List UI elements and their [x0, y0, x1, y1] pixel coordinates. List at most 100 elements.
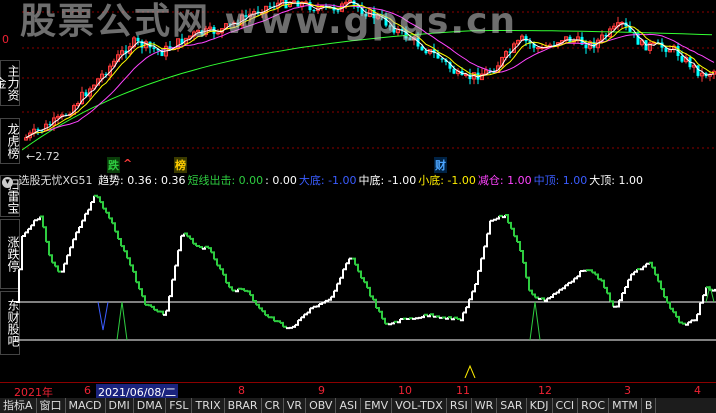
indicator-item: 趋势: 0.36 [98, 174, 152, 187]
date-label-mar: 3 [624, 384, 631, 397]
trend-step [634, 269, 638, 273]
event-mark-list[interactable]: 榜 [174, 157, 187, 173]
trend-step [583, 269, 587, 272]
trend-step [592, 271, 596, 275]
left-side-panel: 0 主力资金 龙虎榜 [0, 0, 20, 171]
trend-step [328, 296, 332, 301]
trend-step [166, 296, 170, 312]
trend-step [409, 317, 413, 320]
trend-step [670, 307, 674, 313]
trend-step [598, 278, 602, 281]
event-mark-finance[interactable]: 财 [434, 157, 447, 173]
candle-body [440, 58, 444, 60]
indicator-item: 中顶: 1.00 [533, 174, 588, 187]
trend-step [508, 221, 512, 229]
trend-step [16, 269, 20, 303]
date-label-apr: 4 [694, 384, 701, 397]
trend-step [151, 305, 155, 310]
trend-step [106, 211, 110, 219]
tab-macd[interactable]: MACD [66, 398, 106, 413]
trend-step [370, 295, 374, 300]
trend-step [520, 250, 524, 263]
trend-step [223, 273, 227, 283]
trend-step [121, 245, 125, 252]
trend-step [604, 286, 608, 294]
trend-step [646, 262, 650, 265]
tab-dmi[interactable]: DMI [106, 398, 134, 413]
trend-step [28, 225, 32, 230]
trend-step [679, 321, 683, 324]
indicator-item: 小底: -1.00 [418, 174, 476, 187]
tab-emv[interactable]: EMV [361, 398, 393, 413]
tab-dma[interactable]: DMA [134, 398, 167, 413]
trend-step [55, 265, 59, 272]
tab-cr[interactable]: CR [262, 398, 284, 413]
trend-step [352, 257, 356, 265]
indicator-header: ▾ 选股无忧XG51 趋势: 0.36: 0.36 短线出击: 0.00: 0.0… [0, 172, 716, 190]
trend-step [103, 207, 107, 213]
event-mark-up[interactable]: ^ [122, 157, 133, 170]
trend-step [658, 280, 662, 290]
tab-wr[interactable]: WR [472, 398, 498, 413]
tab--a[interactable]: 指标A [0, 398, 37, 413]
trend-step [376, 307, 380, 312]
trend-step [562, 285, 566, 290]
date-axis: 2021年 6 2021/06/08/二 8 9 10 11 12 3 4 [0, 382, 716, 400]
trend-step [259, 307, 263, 312]
indicator-toggle-icon[interactable]: ▾ [2, 177, 13, 188]
tab-vol-tdx[interactable]: VOL-TDX [392, 398, 447, 413]
trend-step [625, 279, 629, 288]
trend-step [73, 232, 77, 241]
tab-vr[interactable]: VR [284, 398, 307, 413]
tab-fsl[interactable]: FSL [166, 398, 193, 413]
trend-step [169, 279, 173, 298]
tab-mtm[interactable]: MTM [609, 398, 642, 413]
indicator-item: 大顶: 1.00 [589, 174, 643, 187]
indicator-item: : 0.00 [265, 174, 297, 187]
tab-b[interactable]: B [642, 398, 657, 413]
trend-step [76, 227, 80, 234]
side-button-main-funds[interactable]: 主力资金 [0, 60, 20, 106]
tab-brar[interactable]: BRAR [225, 398, 262, 413]
trend-step [493, 218, 497, 221]
trend-step [31, 220, 35, 227]
trend-step [340, 269, 344, 279]
trend-step [256, 303, 260, 309]
price-scale-top: 0 [2, 33, 9, 46]
trend-step [46, 240, 50, 256]
trend-step [472, 284, 476, 293]
date-label-nov: 11 [456, 384, 470, 397]
trend-step [334, 283, 338, 292]
trend-step [649, 261, 653, 268]
tab-sar[interactable]: SAR [497, 398, 527, 413]
trend-step [568, 281, 572, 284]
tab-obv[interactable]: OBV [306, 398, 337, 413]
tab--[interactable]: 窗口 [37, 398, 66, 413]
tab-cci[interactable]: CCI [553, 398, 579, 413]
tab-rsi[interactable]: RSI [447, 398, 472, 413]
tab-asi[interactable]: ASI [336, 398, 362, 413]
trend-step [34, 219, 38, 222]
trend-step [139, 288, 143, 297]
trend-step [292, 324, 296, 328]
trend-step [529, 289, 533, 295]
trend-step [250, 294, 254, 301]
trend-step [379, 310, 383, 319]
indicator-name[interactable]: 选股无忧XG51 [19, 174, 93, 187]
trend-step [478, 258, 482, 272]
low-price-label: ←2.72 [26, 150, 60, 163]
side-button-dragon-tiger[interactable]: 龙虎榜 [0, 118, 20, 164]
trend-step [253, 300, 257, 305]
indicator-chart[interactable] [0, 190, 716, 378]
indicator-item: 短线出击: 0.00 [187, 174, 264, 187]
tab-trix[interactable]: TRIX [192, 398, 225, 413]
candle-body [152, 47, 156, 49]
trend-step [694, 314, 698, 322]
trend-step [553, 292, 557, 295]
tab-roc[interactable]: ROC [578, 398, 610, 413]
indicator-item: 减仓: 1.00 [477, 174, 532, 187]
trend-step [676, 315, 680, 323]
trend-step [331, 290, 335, 298]
event-mark-drop[interactable]: 跌 [107, 157, 120, 173]
tab-kdj[interactable]: KDJ [527, 398, 553, 413]
